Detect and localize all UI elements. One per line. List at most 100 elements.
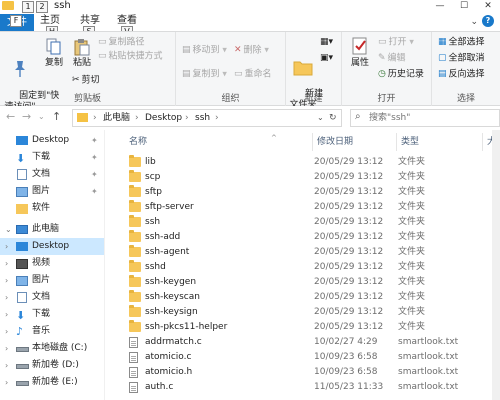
copy-to-button[interactable]: ▤ 复制到 ▾ <box>182 68 227 81</box>
table-row[interactable]: ssh-keysign 20/05/29 13:12 文件夹 <box>125 305 495 320</box>
table-row[interactable]: sftp-server 20/05/29 13:12 文件夹 <box>125 200 495 215</box>
nav-pc-drive-d[interactable]: › 新加卷 (D:) <box>0 357 104 374</box>
nav-pc-pictures[interactable]: › 图片 <box>0 272 104 289</box>
nav-pc-downloads[interactable]: › ⬇ 下载 <box>0 306 104 323</box>
new-item-icon[interactable]: ▦▾ <box>320 36 333 48</box>
nav-pc-drive-e[interactable]: › 新加卷 (E:) <box>0 374 104 391</box>
recent-locations-icon[interactable]: ⌄ <box>38 109 45 125</box>
table-row[interactable]: ssh-agent 20/05/29 13:12 文件夹 <box>125 245 495 260</box>
ribbon: 固定到"快 速访问" 复制 粘贴 ▭复制路径 ▭粘贴快捷方式 ✂剪切 剪贴板 ▤… <box>0 31 500 112</box>
collapse-ribbon-icon[interactable]: ⌄ <box>470 17 478 27</box>
copy-path-button[interactable]: ▭ 复制路径 <box>98 36 145 49</box>
history-button[interactable]: ◷ 历史记录 <box>378 68 424 81</box>
table-row[interactable]: scp 20/05/29 13:12 文件夹 <box>125 170 495 185</box>
properties-button[interactable]: 属性 <box>348 36 372 69</box>
column-header-name[interactable]: ^ 名称 <box>125 133 313 151</box>
invert-selection-button[interactable]: ▤ 反向选择 <box>438 68 485 81</box>
drive-icon <box>16 381 29 386</box>
nav-quick-software[interactable]: 软件 <box>0 200 104 217</box>
table-row[interactable]: lib 20/05/29 13:12 文件夹 <box>125 155 495 170</box>
table-row[interactable]: ssh-keyscan 20/05/29 13:12 文件夹 <box>125 290 495 305</box>
file-type: 文件夹 <box>398 172 426 182</box>
table-row[interactable]: ssh-pkcs11-helper 20/05/29 13:12 文件夹 <box>125 320 495 335</box>
paste-button[interactable]: 粘贴 <box>70 38 94 69</box>
nav-label: 文档 <box>32 169 51 179</box>
table-row[interactable]: ssh-keygen 20/05/29 13:12 文件夹 <box>125 275 495 290</box>
search-box[interactable]: ⌕ <box>350 109 500 127</box>
select-all-button[interactable]: ▦ 全部选择 <box>438 36 485 49</box>
vertical-scrollbar[interactable] <box>492 130 500 400</box>
table-row[interactable]: auth.c 11/05/23 11:33 smartlook.txt <box>125 380 495 395</box>
easy-access-icon[interactable]: ▣▾ <box>320 52 333 64</box>
folder-icon <box>129 155 141 167</box>
help-icon[interactable]: ? <box>482 15 494 27</box>
maximize-button[interactable]: ☐ <box>452 0 476 14</box>
file-icon <box>129 382 138 393</box>
search-input[interactable] <box>369 111 497 125</box>
table-row[interactable]: atomicio.c 10/09/23 6:58 smartlook.txt <box>125 350 495 365</box>
breadcrumb-desktop[interactable]: Desktop <box>145 110 182 126</box>
table-row[interactable]: sshd 20/05/29 13:12 文件夹 <box>125 260 495 275</box>
file-name: sftp-server <box>145 202 194 212</box>
paste-shortcut-button[interactable]: ▭ 粘贴快捷方式 <box>98 50 163 63</box>
up-arrow-icon[interactable]: ↑ <box>52 109 61 125</box>
nav-pc-videos[interactable]: › 视频 <box>0 255 104 272</box>
nav-this-pc[interactable]: ⌄ 此电脑 <box>0 221 104 238</box>
delete-button[interactable]: ✕ 删除 ▾ <box>234 44 269 57</box>
open-button[interactable]: ▭ 打开 ▾ <box>378 36 414 49</box>
breadcrumb-separator-icon: › <box>135 113 139 123</box>
group-open-label: 打开 <box>377 94 396 104</box>
file-name: addrmatch.c <box>145 337 202 347</box>
copy-label: 复制 <box>44 58 63 68</box>
table-row[interactable]: ssh 20/05/29 13:12 文件夹 <box>125 215 495 230</box>
edit-button[interactable]: ✎ 编辑 <box>378 52 406 65</box>
nav-quick-downloads[interactable]: ⬇ 下载 ✦ <box>0 149 104 166</box>
nav-pc-desktop[interactable]: › Desktop <box>0 238 104 255</box>
column-header-date[interactable]: 修改日期 <box>313 133 397 151</box>
nav-pc-drive-c[interactable]: › 本地磁盘 (C:) <box>0 340 104 357</box>
breadcrumb-this-pc[interactable]: 此电脑 <box>103 110 130 126</box>
nav-quick-pictures[interactable]: 图片 ✦ <box>0 183 104 200</box>
file-type: smartlook.txt <box>398 382 459 392</box>
file-type: 文件夹 <box>398 262 426 272</box>
folder-icon <box>77 113 88 122</box>
nav-label: 此电脑 <box>32 224 60 234</box>
select-none-button[interactable]: ▢ 全部取消 <box>438 52 485 65</box>
select-none-icon: ▢ <box>438 53 447 63</box>
group-open: 属性 ▭ 打开 ▾ ✎ 编辑 ◷ 历史记录 打开 <box>342 32 432 106</box>
file-name: ssh-keyscan <box>145 292 200 302</box>
nav-quick-documents[interactable]: 文档 ✦ <box>0 166 104 183</box>
window-title: ssh <box>54 0 71 11</box>
table-row[interactable]: addrmatch.c 10/02/27 4:29 smartlook.txt <box>125 335 495 350</box>
minimize-button[interactable]: — <box>428 0 452 14</box>
file-date: 20/05/29 13:12 <box>314 232 384 242</box>
file-date: 20/05/29 13:12 <box>314 277 384 287</box>
file-date: 10/09/23 6:58 <box>314 352 378 362</box>
table-row[interactable]: ssh-add 20/05/29 13:12 文件夹 <box>125 230 495 245</box>
group-clipboard: 固定到"快 速访问" 复制 粘贴 ▭复制路径 ▭粘贴快捷方式 ✂剪切 剪贴板 <box>0 32 176 112</box>
address-bar[interactable]: › 此电脑 › Desktop › ssh › ⌄ ↻ <box>72 109 342 127</box>
nav-pc-music[interactable]: › ♪ 音乐 <box>0 323 104 340</box>
refresh-icon[interactable]: ↻ <box>329 110 337 126</box>
sort-ascending-icon: ^ <box>271 134 277 142</box>
forward-arrow-icon[interactable]: → <box>22 109 31 125</box>
rename-button[interactable]: ▭ 重命名 <box>234 68 272 81</box>
rename-label: 重命名 <box>244 69 272 80</box>
folder-icon <box>129 170 141 182</box>
close-button[interactable]: ✕ <box>476 0 500 14</box>
file-date: 20/05/29 13:12 <box>314 202 384 212</box>
file-date: 20/05/29 13:12 <box>314 322 384 332</box>
table-row[interactable]: atomicio.h 10/09/23 6:58 smartlook.txt <box>125 365 495 380</box>
back-arrow-icon[interactable]: ← <box>6 109 15 125</box>
address-dropdown-icon[interactable]: ⌄ <box>317 110 324 126</box>
cut-button[interactable]: ✂ 剪切 <box>72 74 100 87</box>
history-label: 历史记录 <box>387 69 424 80</box>
move-to-button[interactable]: ▤ 移动到 ▾ <box>182 44 227 57</box>
table-row[interactable]: sftp 20/05/29 13:12 文件夹 <box>125 185 495 200</box>
column-header-type[interactable]: 类型 <box>397 133 483 151</box>
copy-button[interactable]: 复制 <box>42 38 66 69</box>
nav-quick-desktop[interactable]: Desktop ✦ <box>0 132 104 149</box>
move-to-label: 移动到 <box>192 45 220 56</box>
nav-pc-documents[interactable]: › 文档 <box>0 289 104 306</box>
breadcrumb-ssh[interactable]: ssh <box>195 110 210 126</box>
